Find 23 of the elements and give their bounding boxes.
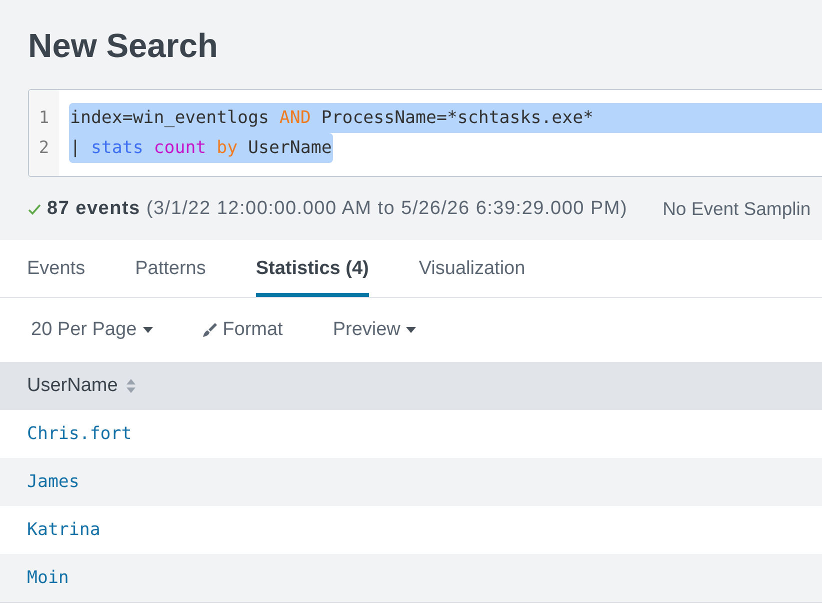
caret-icon bbox=[406, 327, 416, 333]
dropdown-button[interactable]: 20 Per Page bbox=[31, 319, 153, 341]
check-icon bbox=[28, 204, 41, 214]
tab[interactable]: Patterns bbox=[135, 240, 206, 297]
sampling-dropdown[interactable]: No Event Samplin bbox=[662, 197, 811, 221]
dropdown-button[interactable]: Preview bbox=[332, 319, 416, 341]
username-cell[interactable]: Moin bbox=[0, 554, 822, 602]
username-cell[interactable]: Katrina bbox=[0, 506, 822, 554]
username-cell[interactable]: James bbox=[0, 458, 822, 506]
event-summary: 87 events (3/1/22 12:00:00.000 AM to 5/26/26 6:39:29.000 PM) bbox=[47, 197, 628, 221]
column-header[interactable]: UserName bbox=[0, 362, 822, 410]
tab[interactable]: Events bbox=[27, 240, 86, 297]
code-line: index=win_eventlogs AND ProcessName=*schtasks.exe* bbox=[70, 107, 594, 130]
page-title: New Search bbox=[28, 27, 218, 67]
line-number: 2 bbox=[38, 137, 50, 160]
line-number: 1 bbox=[38, 107, 50, 130]
format-button[interactable]: Format bbox=[202, 319, 283, 341]
username-cell[interactable]: Chris.fort bbox=[0, 410, 822, 458]
brush-icon bbox=[202, 323, 217, 337]
search-editor[interactable]: 1 2 index=win_eventlogs AND ProcessName=*schtasks.exe* | stats count by UserName bbox=[28, 89, 822, 177]
caret-icon bbox=[142, 327, 153, 333]
code-line: | stats count by UserName bbox=[70, 137, 332, 160]
tab[interactable]: Visualization bbox=[418, 240, 526, 297]
